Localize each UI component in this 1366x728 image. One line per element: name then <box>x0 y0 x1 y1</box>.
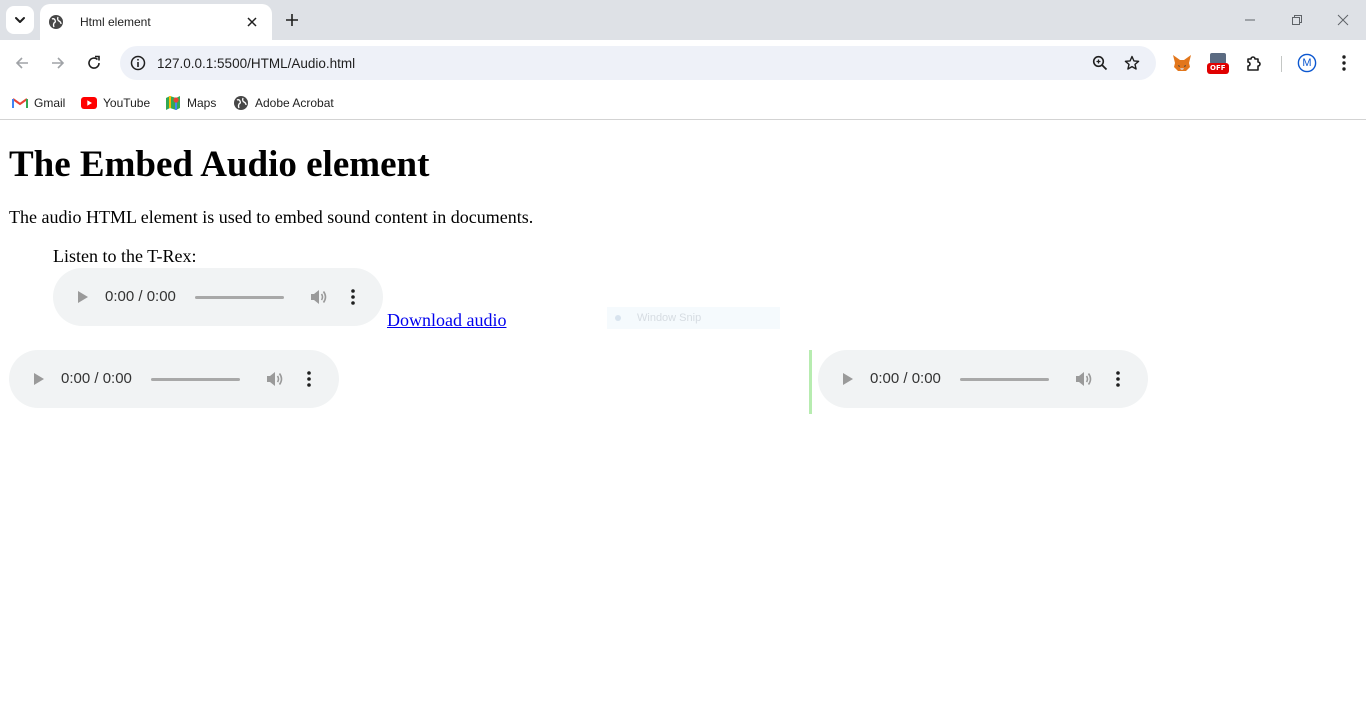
figure-caption: Listen to the T-Rex: <box>53 246 197 266</box>
address-url[interactable]: 127.0.0.1:5500/HTML/Audio.html <box>157 56 1084 71</box>
seek-slider[interactable] <box>960 378 1049 381</box>
bookmark-adobe-acrobat[interactable]: Adobe Acrobat <box>233 92 334 114</box>
mute-button[interactable] <box>1074 369 1094 389</box>
metamask-extension-button[interactable] <box>1170 51 1194 75</box>
site-info-button[interactable] <box>120 46 156 80</box>
new-tab-button[interactable] <box>280 8 304 32</box>
mute-button[interactable] <box>265 369 285 389</box>
zoom-icon <box>1092 55 1108 71</box>
forward-button[interactable] <box>45 50 71 76</box>
extensions-button[interactable] <box>1242 51 1266 75</box>
minimize-button[interactable] <box>1238 8 1262 32</box>
bookmark-label: Gmail <box>34 96 66 110</box>
time-display: 0:00 / 0:00 <box>61 370 132 387</box>
bookmark-youtube[interactable]: YouTube <box>81 92 150 114</box>
play-icon <box>78 291 88 303</box>
page-title: The Embed Audio element <box>9 144 430 185</box>
toolbar-divider <box>1281 56 1282 72</box>
tab-search-button[interactable] <box>6 6 34 34</box>
time-display: 0:00 / 0:00 <box>870 370 941 387</box>
kebab-menu-icon <box>1342 55 1346 71</box>
snip-icon <box>615 315 621 321</box>
more-options-button[interactable] <box>343 287 363 307</box>
focus-indicator <box>809 350 812 414</box>
time-display: 0:00 / 0:00 <box>105 288 176 305</box>
maps-icon <box>165 95 181 111</box>
browser-toolbar: 127.0.0.1:5500/HTML/Audio.html OFF M <box>0 40 1366 86</box>
audio-player[interactable]: 0:00 / 0:00 <box>818 350 1148 408</box>
reload-button[interactable] <box>81 50 107 76</box>
kebab-menu-icon <box>351 289 355 305</box>
address-bar[interactable]: 127.0.0.1:5500/HTML/Audio.html <box>120 46 1156 80</box>
volume-icon <box>311 290 327 304</box>
profile-button[interactable]: M <box>1295 51 1319 75</box>
plus-icon <box>286 14 298 26</box>
tab-close-button[interactable] <box>242 12 262 32</box>
volume-icon <box>267 372 283 386</box>
restore-icon <box>1292 15 1302 25</box>
minimize-icon <box>1245 19 1255 21</box>
globe-icon <box>233 95 249 111</box>
kebab-menu-icon <box>1116 371 1120 387</box>
intro-paragraph: The audio HTML element is used to embed … <box>9 207 534 227</box>
bookmark-star-button[interactable] <box>1116 46 1148 80</box>
play-button[interactable] <box>73 287 93 307</box>
close-window-button[interactable] <box>1331 8 1355 32</box>
volume-icon <box>1076 372 1092 386</box>
kebab-menu-icon <box>307 371 311 387</box>
bookmark-label: YouTube <box>103 96 151 110</box>
arrow-right-icon <box>52 57 65 69</box>
bookmarks-bar: Gmail YouTube Maps Adobe Acrobat <box>0 86 1366 120</box>
audio-player[interactable]: 0:00 / 0:00 <box>9 350 339 408</box>
play-icon <box>34 373 44 385</box>
chevron-down-icon <box>15 17 25 23</box>
arrow-left-icon <box>15 57 28 69</box>
puzzle-icon <box>1247 56 1261 71</box>
snip-label: Window Snip <box>637 312 702 324</box>
more-options-button[interactable] <box>1108 369 1128 389</box>
close-icon <box>247 17 257 27</box>
info-icon <box>130 55 146 71</box>
page-content: The Embed Audio element The audio HTML e… <box>0 121 1366 728</box>
star-icon <box>1124 55 1140 70</box>
seek-slider[interactable] <box>151 378 240 381</box>
restore-button[interactable] <box>1285 8 1309 32</box>
mute-button[interactable] <box>309 287 329 307</box>
window-snip-overlay: Window Snip <box>607 307 780 329</box>
bookmark-label: Adobe Acrobat <box>255 96 334 110</box>
extension-badge: OFF <box>1210 64 1226 72</box>
more-options-button[interactable] <box>299 369 319 389</box>
tab-title: Html element <box>80 15 151 29</box>
profile-initial: M <box>1302 57 1312 69</box>
back-button[interactable] <box>9 50 35 76</box>
fox-icon <box>1173 55 1191 71</box>
seek-slider[interactable] <box>195 296 284 299</box>
active-tab[interactable]: Html element <box>40 4 272 40</box>
gmail-icon <box>12 95 28 111</box>
browser-menu-button[interactable] <box>1332 51 1356 75</box>
bookmark-label: Maps <box>187 96 217 110</box>
play-button[interactable] <box>838 369 858 389</box>
bookmark-maps[interactable]: Maps <box>165 92 216 114</box>
tab-strip: Html element <box>0 0 1366 40</box>
play-button[interactable] <box>29 369 49 389</box>
close-icon <box>1337 14 1349 26</box>
globe-icon <box>48 14 64 30</box>
reload-icon <box>88 55 100 69</box>
download-audio-link[interactable]: Download audio <box>387 310 506 331</box>
youtube-icon <box>81 95 97 111</box>
zoom-button[interactable] <box>1084 46 1116 80</box>
toggle-extension-button[interactable]: OFF <box>1205 51 1231 75</box>
bookmark-gmail[interactable]: Gmail <box>12 92 65 114</box>
audio-player[interactable]: 0:00 / 0:00 <box>53 268 383 326</box>
play-icon <box>843 373 853 385</box>
